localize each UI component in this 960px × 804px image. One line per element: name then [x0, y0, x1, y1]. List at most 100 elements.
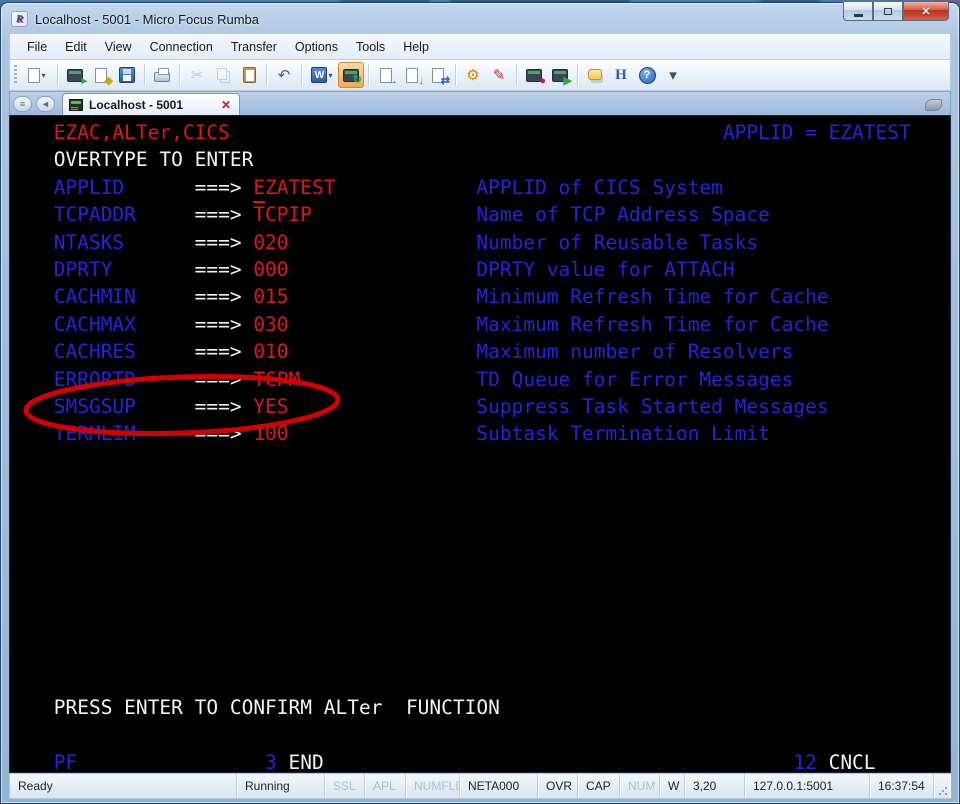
tab-back-button[interactable]: ◄	[36, 96, 55, 112]
terminal-row	[42, 639, 950, 666]
terminal-row: OVERTYPE TO ENTER	[42, 146, 950, 173]
terminal-row: NTASKS===>020Number of Reusable Tasks	[42, 229, 950, 256]
terminal-row: PF3END12CNCL	[42, 749, 950, 773]
terminal-text: EZAC,ALTer,CICSAPPLID = EZATESTOVERTYPE …	[42, 119, 950, 772]
menu-transfer[interactable]: Transfer	[222, 36, 286, 58]
edit-attributes-button[interactable]: ✎	[486, 62, 512, 88]
paste-button[interactable]	[236, 62, 262, 88]
status-num: NUM	[620, 774, 660, 798]
new-document-button[interactable]: ▾	[21, 62, 53, 88]
terminal-row: CACHMIN===>015Minimum Refresh Time for C…	[42, 283, 950, 310]
terminal-row: CACHRES===>010Maximum number of Resolver…	[42, 338, 950, 365]
terminal-row	[42, 667, 950, 694]
toolbar-separator	[301, 64, 302, 86]
office-tools-icon: W	[311, 67, 327, 83]
terminal-row	[42, 475, 950, 502]
tab-close-icon[interactable]: ✕	[219, 98, 233, 112]
terminal-row: ERRORTD===>TCPMTD Queue for Error Messag…	[42, 366, 950, 393]
tab-localhost-5001[interactable]: Localhost - 5001 ✕	[62, 93, 240, 115]
tab-menu-button[interactable]: ≡	[13, 96, 32, 112]
status-apl: APL	[365, 774, 406, 798]
menu-edit[interactable]: Edit	[56, 36, 96, 58]
help-icon: ?	[639, 67, 656, 84]
toolbar-separator	[577, 64, 578, 86]
rumba-window: R Localhost - 5001 - Micro Focus Rumba ✕…	[0, 2, 960, 804]
window-title: Localhost - 5001 - Micro Focus Rumba	[35, 12, 259, 27]
terminal-row	[42, 612, 950, 639]
connect-disconnect-button[interactable]: ↻	[338, 62, 364, 88]
terminal-row	[42, 585, 950, 612]
chevron-down-icon: ▾	[328, 71, 332, 80]
print-screen-icon	[154, 72, 170, 82]
toolbar-separator	[455, 64, 456, 86]
terminal-row: APPLID===>EZATESTAPPLID of CICS System	[42, 174, 950, 201]
configuration-button[interactable]: ⚙	[460, 62, 486, 88]
run-macro-button[interactable]: ▶	[547, 62, 573, 88]
menu-help[interactable]: Help	[394, 36, 438, 58]
toolbar-separator	[144, 64, 145, 86]
terminal-row	[42, 557, 950, 584]
resize-grip[interactable]	[934, 774, 950, 798]
toolbar-grip[interactable]	[14, 65, 17, 85]
receive-file-icon	[406, 68, 418, 83]
copy-button	[210, 62, 236, 88]
status-ready: Ready	[10, 774, 237, 798]
toolbar-separator	[266, 64, 267, 86]
terminal-row: CACHMAX===>030Maximum Refresh Time for C…	[42, 311, 950, 338]
terminal-row: EZAC,ALTer,CICSAPPLID = EZATEST	[42, 119, 950, 146]
menu-tools[interactable]: Tools	[347, 36, 394, 58]
screen: R Localhost - 5001 - Micro Focus Rumba ✕…	[0, 0, 960, 804]
status-cap: CAP	[578, 774, 620, 798]
maximize-button[interactable]	[873, 2, 903, 21]
undo-button[interactable]: ↶	[271, 62, 297, 88]
minimize-button[interactable]	[843, 2, 873, 21]
status-w: W	[660, 774, 685, 798]
status-numfld: NUMFLD	[406, 774, 460, 798]
toolbar-separator	[179, 64, 180, 86]
session-tab-bar: ≡ ◄ Localhost - 5001 ✕	[9, 91, 951, 115]
status-neta000: NETA000	[460, 774, 538, 798]
terminal-row: TCPADDR===>TCPIPName of TCP Address Spac…	[42, 201, 950, 228]
rumba-logo-icon: R	[11, 11, 28, 27]
office-tools-button[interactable]: W▾	[306, 62, 338, 88]
status-running: Running	[237, 774, 325, 798]
send-file-button[interactable]: →	[373, 62, 399, 88]
close-button[interactable]: ✕	[903, 2, 949, 21]
tab-list-button[interactable]	[925, 99, 942, 111]
file-transfer-button[interactable]: ⇄	[425, 62, 451, 88]
toolbar: ▾▸◆✂↶W▾↻→↓⇄⚙✎●▶H?▾	[9, 59, 951, 91]
toolbar-separator	[516, 64, 517, 86]
menu-options[interactable]: Options	[286, 36, 347, 58]
print-screen-button[interactable]	[149, 62, 175, 88]
paste-icon	[243, 67, 256, 83]
terminal-row	[42, 530, 950, 557]
status-ssl: SSL	[325, 774, 365, 798]
hotspots-button[interactable]: H	[608, 62, 634, 88]
menu-view[interactable]: View	[96, 36, 141, 58]
menu-file[interactable]: File	[18, 36, 56, 58]
cut-button: ✂	[184, 62, 210, 88]
terminal-screen[interactable]: EZAC,ALTer,CICSAPPLID = EZATESTOVERTYPE …	[9, 115, 951, 773]
status-127-0-0-1-5001: 127.0.0.1:5001	[745, 774, 870, 798]
session-setup-button[interactable]: ◆	[88, 62, 114, 88]
chevron-down-icon: ▾	[41, 71, 45, 80]
status-3-20: 3,20	[685, 774, 745, 798]
help-button[interactable]: ?	[634, 62, 660, 88]
receive-file-button[interactable]: ↓	[399, 62, 425, 88]
terminal-row: DPRTY===>000DPRTY value for ATTACH	[42, 256, 950, 283]
record-macro-button[interactable]: ●	[521, 62, 547, 88]
terminal-row: TERMLIM===>100Subtask Termination Limit	[42, 420, 950, 447]
keyboard-map-icon	[588, 69, 602, 80]
toolbar-overflow-button[interactable]: ▾	[660, 62, 686, 88]
open-session-button[interactable]: ▸	[62, 62, 88, 88]
hotspots-icon: H	[615, 67, 627, 84]
new-document-icon	[28, 68, 40, 83]
terminal-3270-icon	[69, 99, 83, 111]
menu-connection[interactable]: Connection	[141, 36, 222, 58]
toolbar-separator	[368, 64, 369, 86]
title-bar: R Localhost - 5001 - Micro Focus Rumba ✕	[9, 3, 951, 33]
save-session-button[interactable]	[114, 62, 140, 88]
save-session-icon	[119, 67, 135, 83]
toolbar-separator	[57, 64, 58, 86]
keyboard-map-button[interactable]	[582, 62, 608, 88]
